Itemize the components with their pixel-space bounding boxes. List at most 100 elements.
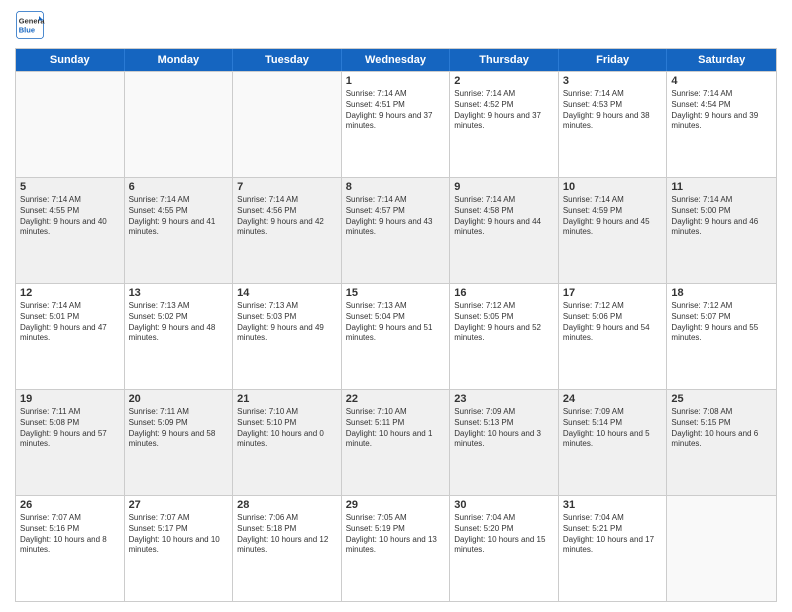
day-number: 8 — [346, 181, 446, 193]
calendar-cell-empty-2 — [233, 72, 342, 177]
cell-details: Sunrise: 7:07 AMSunset: 5:17 PMDaylight:… — [129, 513, 229, 556]
calendar-cell-10: 10 Sunrise: 7:14 AMSunset: 4:59 PMDayligh… — [559, 178, 668, 283]
day-number: 2 — [454, 75, 554, 87]
day-number: 27 — [129, 499, 229, 511]
calendar-row-1: 1 Sunrise: 7:14 AMSunset: 4:51 PMDaylight… — [16, 71, 776, 177]
day-number: 24 — [563, 393, 663, 405]
calendar-cell-26: 26Sunrise: 7:07 AMSunset: 5:16 PMDayligh… — [16, 496, 125, 601]
header-day-tuesday: Tuesday — [233, 49, 342, 71]
day-number: 17 — [563, 287, 663, 299]
day-number: 15 — [346, 287, 446, 299]
cell-details: Sunrise: 7:14 AMSunset: 4:57 PMDaylight:… — [346, 195, 446, 238]
calendar-page: General Blue SundayMondayTuesdayWednesda… — [0, 0, 792, 612]
calendar-grid: SundayMondayTuesdayWednesdayThursdayFrid… — [15, 48, 777, 602]
day-number: 28 — [237, 499, 337, 511]
header-day-friday: Friday — [559, 49, 668, 71]
cell-details: Sunrise: 7:14 AMSunset: 4:52 PMDaylight:… — [454, 89, 554, 132]
calendar-cell-24: 24 Sunrise: 7:09 AMSunset: 5:14 PMDayligh… — [559, 390, 668, 495]
day-number: 4 — [671, 75, 772, 87]
day-number: 19 — [20, 393, 120, 405]
cell-details: Sunrise: 7:14 AMSunset: 4:54 PMDaylight:… — [671, 89, 772, 132]
calendar-cell-6: 6 Sunrise: 7:14 AMSunset: 4:55 PMDaylight… — [125, 178, 234, 283]
cell-details: Sunrise: 7:14 AMSunset: 4:53 PMDaylight:… — [563, 89, 663, 132]
day-number: 10 — [563, 181, 663, 193]
calendar-cell-5: 5Sunrise: 7:14 AMSunset: 4:55 PMDaylight… — [16, 178, 125, 283]
day-number: 21 — [237, 393, 337, 405]
day-number: 7 — [237, 181, 337, 193]
calendar-cell-4: 4 Sunrise: 7:14 AMSunset: 4:54 PMDaylight… — [667, 72, 776, 177]
day-number: 3 — [563, 75, 663, 87]
day-number: 18 — [671, 287, 772, 299]
day-number: 16 — [454, 287, 554, 299]
calendar-cell-28: 28 Sunrise: 7:06 AMSunset: 5:18 PMDayligh… — [233, 496, 342, 601]
logo-icon: General Blue — [15, 10, 45, 40]
cell-details: Sunrise: 7:09 AMSunset: 5:14 PMDaylight:… — [563, 407, 663, 450]
calendar-row-2: 5Sunrise: 7:14 AMSunset: 4:55 PMDaylight… — [16, 177, 776, 283]
calendar-cell-17: 17 Sunrise: 7:12 AMSunset: 5:06 PMDayligh… — [559, 284, 668, 389]
calendar-cell-empty-0 — [16, 72, 125, 177]
day-number: 25 — [671, 393, 772, 405]
day-number: 26 — [20, 499, 120, 511]
day-number: 31 — [563, 499, 663, 511]
calendar-cell-15: 15 Sunrise: 7:13 AMSunset: 5:04 PMDayligh… — [342, 284, 451, 389]
calendar-cell-30: 30 Sunrise: 7:04 AMSunset: 5:20 PMDayligh… — [450, 496, 559, 601]
calendar-body: 1 Sunrise: 7:14 AMSunset: 4:51 PMDaylight… — [16, 71, 776, 601]
calendar-cell-13: 13 Sunrise: 7:13 AMSunset: 5:02 PMDayligh… — [125, 284, 234, 389]
day-number: 11 — [671, 181, 772, 193]
cell-details: Sunrise: 7:10 AMSunset: 5:11 PMDaylight:… — [346, 407, 446, 450]
calendar-row-5: 26Sunrise: 7:07 AMSunset: 5:16 PMDayligh… — [16, 495, 776, 601]
calendar-cell-7: 7 Sunrise: 7:14 AMSunset: 4:56 PMDaylight… — [233, 178, 342, 283]
cell-details: Sunrise: 7:13 AMSunset: 5:02 PMDaylight:… — [129, 301, 229, 344]
day-number: 6 — [129, 181, 229, 193]
cell-details: Sunrise: 7:12 AMSunset: 5:07 PMDaylight:… — [671, 301, 772, 344]
cell-details: Sunrise: 7:14 AMSunset: 4:59 PMDaylight:… — [563, 195, 663, 238]
svg-text:Blue: Blue — [19, 26, 35, 35]
calendar-cell-31: 31 Sunrise: 7:04 AMSunset: 5:21 PMDayligh… — [559, 496, 668, 601]
cell-details: Sunrise: 7:10 AMSunset: 5:10 PMDaylight:… — [237, 407, 337, 450]
cell-details: Sunrise: 7:14 AMSunset: 5:01 PMDaylight:… — [20, 301, 120, 344]
calendar-cell-14: 14Sunrise: 7:13 AMSunset: 5:03 PMDayligh… — [233, 284, 342, 389]
cell-details: Sunrise: 7:14 AMSunset: 4:51 PMDaylight:… — [346, 89, 446, 132]
day-number: 29 — [346, 499, 446, 511]
cell-details: Sunrise: 7:04 AMSunset: 5:20 PMDaylight:… — [454, 513, 554, 556]
calendar-cell-25: 25 Sunrise: 7:08 AMSunset: 5:15 PMDayligh… — [667, 390, 776, 495]
calendar-cell-empty-1 — [125, 72, 234, 177]
cell-details: Sunrise: 7:05 AMSunset: 5:19 PMDaylight:… — [346, 513, 446, 556]
day-number: 14 — [237, 287, 337, 299]
calendar-cell-29: 29 Sunrise: 7:05 AMSunset: 5:19 PMDayligh… — [342, 496, 451, 601]
calendar-cell-3: 3 Sunrise: 7:14 AMSunset: 4:53 PMDaylight… — [559, 72, 668, 177]
cell-details: Sunrise: 7:06 AMSunset: 5:18 PMDaylight:… — [237, 513, 337, 556]
calendar-cell-27: 27 Sunrise: 7:07 AMSunset: 5:17 PMDayligh… — [125, 496, 234, 601]
header-day-sunday: Sunday — [16, 49, 125, 71]
header-day-wednesday: Wednesday — [342, 49, 451, 71]
calendar-cell-empty-6 — [667, 496, 776, 601]
cell-details: Sunrise: 7:14 AMSunset: 4:55 PMDaylight:… — [20, 195, 120, 238]
day-number: 22 — [346, 393, 446, 405]
cell-details: Sunrise: 7:14 AMSunset: 4:55 PMDaylight:… — [129, 195, 229, 238]
day-number: 20 — [129, 393, 229, 405]
calendar-cell-8: 8 Sunrise: 7:14 AMSunset: 4:57 PMDaylight… — [342, 178, 451, 283]
cell-details: Sunrise: 7:12 AMSunset: 5:06 PMDaylight:… — [563, 301, 663, 344]
calendar-cell-9: 9Sunrise: 7:14 AMSunset: 4:58 PMDaylight… — [450, 178, 559, 283]
cell-details: Sunrise: 7:09 AMSunset: 5:13 PMDaylight:… — [454, 407, 554, 450]
day-number: 13 — [129, 287, 229, 299]
cell-details: Sunrise: 7:14 AMSunset: 5:00 PMDaylight:… — [671, 195, 772, 238]
calendar-cell-22: 22 Sunrise: 7:10 AMSunset: 5:11 PMDayligh… — [342, 390, 451, 495]
calendar-cell-1: 1 Sunrise: 7:14 AMSunset: 4:51 PMDaylight… — [342, 72, 451, 177]
header-day-monday: Monday — [125, 49, 234, 71]
day-number: 1 — [346, 75, 446, 87]
calendar-cell-18: 18 Sunrise: 7:12 AMSunset: 5:07 PMDayligh… — [667, 284, 776, 389]
cell-details: Sunrise: 7:14 AMSunset: 4:56 PMDaylight:… — [237, 195, 337, 238]
day-number: 12 — [20, 287, 120, 299]
header-day-thursday: Thursday — [450, 49, 559, 71]
calendar-cell-11: 11 Sunrise: 7:14 AMSunset: 5:00 PMDayligh… — [667, 178, 776, 283]
day-number: 30 — [454, 499, 554, 511]
cell-details: Sunrise: 7:11 AMSunset: 5:08 PMDaylight:… — [20, 407, 120, 450]
calendar-header: SundayMondayTuesdayWednesdayThursdayFrid… — [16, 49, 776, 71]
day-number: 9 — [454, 181, 554, 193]
cell-details: Sunrise: 7:04 AMSunset: 5:21 PMDaylight:… — [563, 513, 663, 556]
cell-details: Sunrise: 7:13 AMSunset: 5:04 PMDaylight:… — [346, 301, 446, 344]
calendar-cell-21: 21 Sunrise: 7:10 AMSunset: 5:10 PMDayligh… — [233, 390, 342, 495]
calendar-cell-2: 2 Sunrise: 7:14 AMSunset: 4:52 PMDaylight… — [450, 72, 559, 177]
cell-details: Sunrise: 7:08 AMSunset: 5:15 PMDaylight:… — [671, 407, 772, 450]
